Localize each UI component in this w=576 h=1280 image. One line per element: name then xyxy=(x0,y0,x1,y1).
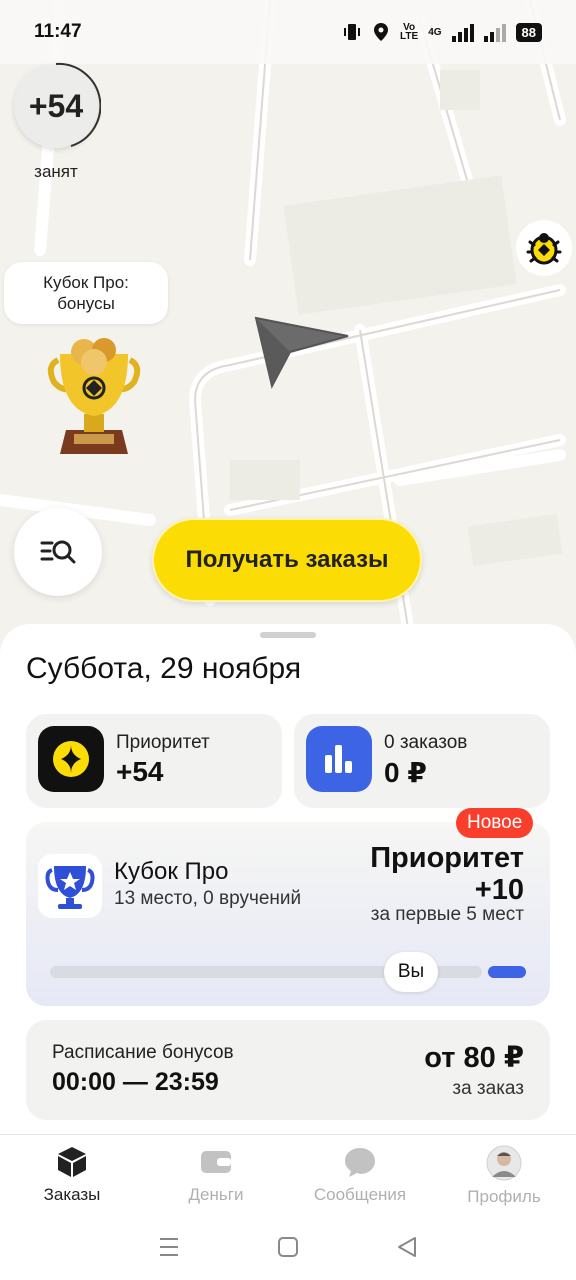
signal-icon-2 xyxy=(483,22,506,42)
nav-orders-label: Заказы xyxy=(43,1185,101,1204)
schedule-time: 00:00 — 23:59 xyxy=(52,1068,219,1096)
cup-priority-line1: Приоритет xyxy=(370,842,524,874)
status-icons: Vo LTE 4G 88 xyxy=(342,22,542,42)
wallet-icon xyxy=(201,1151,231,1173)
nav-profile[interactable]: Профиль xyxy=(432,1135,576,1214)
date-title: Суббота, 29 ноября xyxy=(26,652,302,685)
new-badge: Новое xyxy=(456,808,534,838)
cup-pro-icon xyxy=(38,854,102,918)
cup-priority-note: за первые 5 мест xyxy=(370,904,524,925)
nav-orders[interactable]: Заказы xyxy=(0,1135,144,1214)
box-icon xyxy=(58,1147,86,1177)
list-search-icon xyxy=(40,540,76,564)
cup-priority-line2: +10 xyxy=(474,874,524,906)
cup-priority: Приоритет +10 xyxy=(370,842,524,906)
vibrate-icon xyxy=(344,24,361,40)
sheet-drag-handle[interactable] xyxy=(260,632,316,638)
battery-level: 88 xyxy=(515,22,542,42)
volte-icon: Vo LTE xyxy=(400,22,419,42)
cup-pro-card[interactable]: Новое Кубок Про 13 место, 0 вручений При… xyxy=(26,808,550,1006)
avatar-icon xyxy=(486,1145,522,1181)
bug-icon xyxy=(526,233,562,265)
priority-icon xyxy=(38,726,104,792)
bar-chart-icon xyxy=(306,726,372,792)
orders-tile-title: 0 заказов xyxy=(384,732,468,753)
schedule-amount: от 80 ₽ xyxy=(424,1042,524,1074)
priority-tile-title: Приоритет xyxy=(116,732,210,753)
priority-tile-value: +54 xyxy=(116,756,164,787)
trophy-icon[interactable] xyxy=(44,330,144,465)
signal-icon xyxy=(451,22,474,42)
priority-tile[interactable]: Приоритет +54 xyxy=(26,714,282,808)
nav-money-label: Деньги xyxy=(188,1185,244,1204)
system-navigation-bar xyxy=(0,1214,576,1280)
cup-bubble-line2: бонусы xyxy=(57,294,115,313)
orders-tile[interactable]: 0 заказов 0 ₽ xyxy=(294,714,550,808)
bottom-sheet: Суббота, 29 ноября Приоритет +54 0 заказ… xyxy=(0,624,576,1134)
network-type: 4G xyxy=(428,26,442,38)
nav-messages-label: Сообщения xyxy=(313,1185,407,1204)
schedule-per: за заказ xyxy=(452,1078,524,1099)
recent-apps-icon[interactable] xyxy=(157,1235,181,1259)
bug-report-button[interactable] xyxy=(516,220,572,276)
cup-title: Кубок Про xyxy=(114,858,229,885)
nav-profile-label: Профиль xyxy=(467,1187,541,1206)
bonus-schedule-card[interactable]: Расписание бонусов 00:00 — 23:59 от 80 ₽… xyxy=(26,1020,550,1120)
status-bar: 11:47 Vo LTE 4G 88 xyxy=(0,0,576,64)
nav-money[interactable]: Деньги xyxy=(144,1135,288,1214)
nav-messages[interactable]: Сообщения xyxy=(288,1135,432,1214)
you-marker: Вы xyxy=(384,952,438,992)
order-search-button[interactable] xyxy=(14,508,102,596)
cup-bubble-line1: Кубок Про: xyxy=(43,273,129,292)
rank-progress-target xyxy=(488,966,526,978)
get-orders-button[interactable]: Получать заказы xyxy=(152,518,422,602)
bottom-navigation: Заказы Деньги Сообщения Профиль xyxy=(0,1134,576,1214)
home-icon[interactable] xyxy=(276,1235,300,1259)
priority-value: +54 xyxy=(28,87,84,124)
schedule-title: Расписание бонусов xyxy=(52,1042,234,1063)
navigation-arrow-icon xyxy=(250,312,360,397)
busy-status-label: занят xyxy=(34,162,78,181)
cup-bonus-bubble[interactable]: Кубок Про: бонусы xyxy=(4,262,168,324)
cup-subtitle: 13 место, 0 вручений xyxy=(114,888,302,909)
chat-icon xyxy=(345,1148,375,1177)
priority-circle[interactable]: +54 xyxy=(14,62,101,148)
clock: 11:47 xyxy=(34,21,82,42)
back-icon[interactable] xyxy=(395,1235,419,1259)
location-icon xyxy=(374,23,389,41)
orders-tile-value: 0 ₽ xyxy=(384,757,427,788)
